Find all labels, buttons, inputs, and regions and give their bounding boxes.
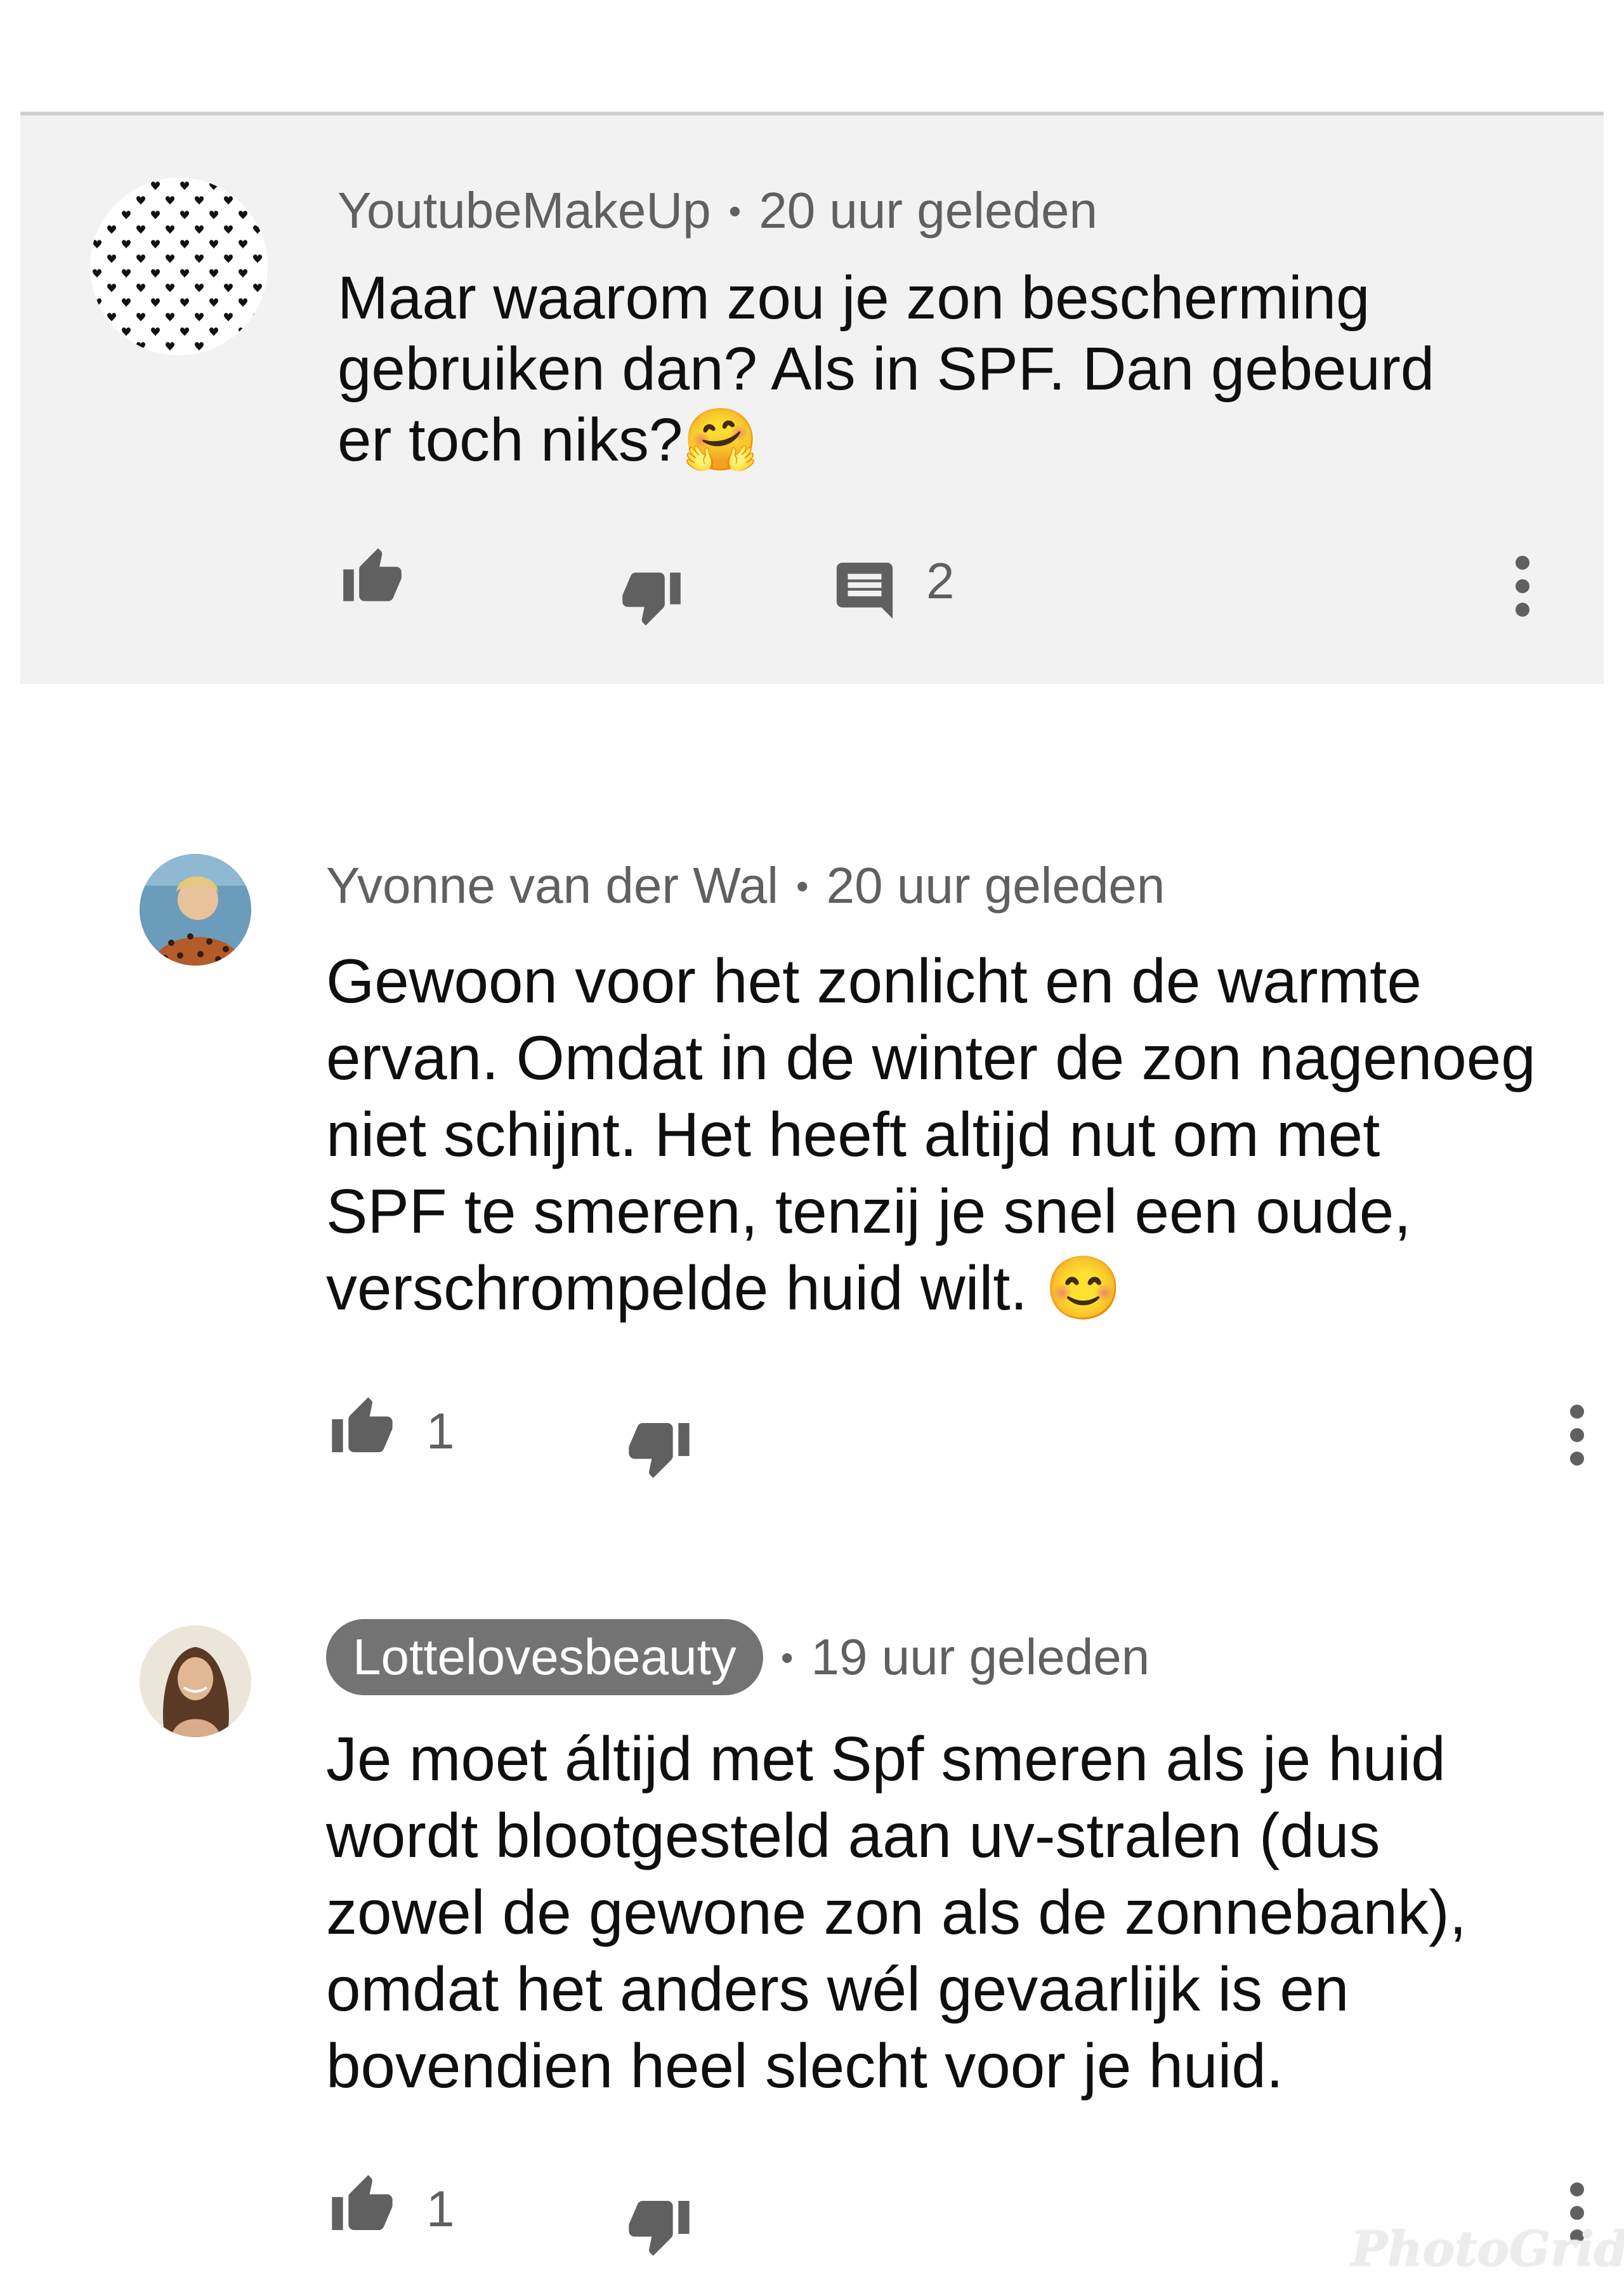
photogrid-watermark: PhotoGrid — [1351, 2221, 1624, 2277]
meta-separator: • — [796, 865, 809, 906]
profile-photo-icon — [140, 1625, 251, 1737]
like-count: 1 — [426, 2181, 455, 2237]
author-name[interactable]: YoutubeMakeUp — [337, 181, 711, 240]
meta-separator: • — [780, 1637, 794, 1677]
profile-photo-icon — [140, 854, 251, 966]
thumb-down-icon[interactable] — [623, 2193, 695, 2259]
timestamp: 20 uur geleden — [759, 182, 1097, 239]
timestamp: 19 uur geleden — [811, 1629, 1150, 1685]
avatar[interactable] — [140, 854, 251, 966]
thumb-up-icon[interactable] — [326, 2172, 398, 2238]
comment-text: Je moet áltijd met Spf smeren als je hui… — [326, 1724, 1467, 2101]
comment-icon[interactable] — [831, 557, 898, 624]
comment-meta: Lottelovesbeauty • 19 uur geleden — [326, 1619, 1149, 1695]
comment-text: Maar waarom zou je zon bescherming gebru… — [337, 264, 1435, 474]
more-vert-icon[interactable] — [1564, 1402, 1590, 1472]
avatar[interactable] — [140, 1625, 251, 1737]
hearts-pattern-icon — [90, 178, 268, 355]
like-count: 1 — [426, 1403, 455, 1459]
thumb-down-icon[interactable] — [623, 1415, 695, 1481]
thumb-down-icon[interactable] — [617, 565, 686, 628]
comment-meta: Yvonne van der Wal • 20 uur geleden — [326, 856, 1165, 915]
avatar[interactable] — [90, 178, 268, 355]
meta-separator: • — [728, 190, 742, 231]
comment-meta: YoutubeMakeUp • 20 uur geleden — [337, 181, 1097, 240]
thumb-up-icon[interactable] — [326, 1394, 398, 1460]
author-name[interactable]: Yvonne van der Wal — [326, 856, 778, 915]
reply-count[interactable]: 2 — [926, 552, 955, 610]
more-vert-icon[interactable] — [1510, 553, 1535, 623]
thumb-up-icon[interactable] — [337, 546, 407, 609]
timestamp: 20 uur geleden — [826, 857, 1165, 914]
author-name[interactable]: Lottelovesbeauty — [326, 1619, 763, 1695]
comment-text: Gewoon voor het zonlicht en de warmte er… — [326, 946, 1536, 1323]
